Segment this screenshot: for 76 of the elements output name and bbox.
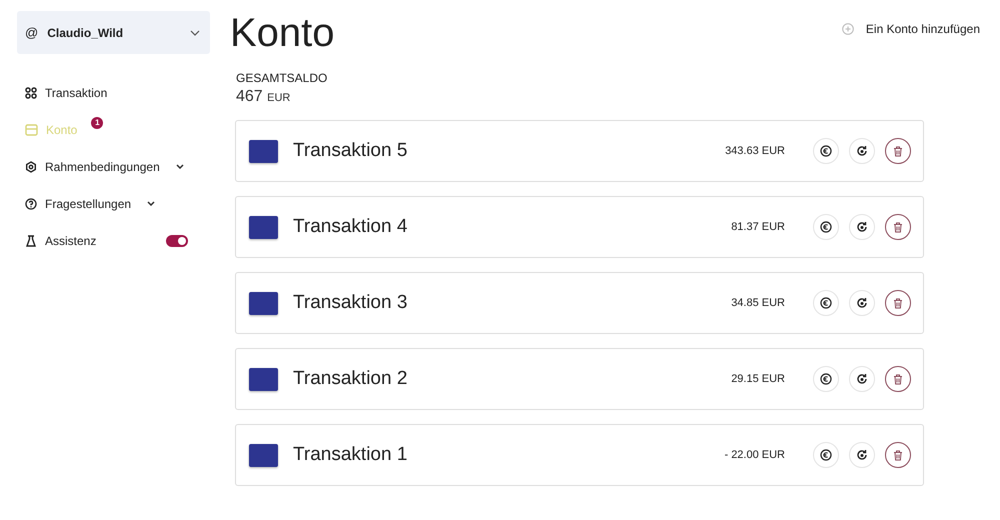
sidebar-label: Transaktion (45, 86, 108, 100)
delete-button[interactable] (885, 290, 911, 316)
toggle-switch[interactable] (166, 234, 188, 246)
euro-icon (820, 297, 832, 309)
sidebar-item[interactable]: Transaktion (25, 74, 210, 111)
euro-icon (820, 449, 832, 461)
euro-icon (820, 373, 832, 385)
help-icon (25, 198, 37, 210)
euro-icon (820, 145, 832, 157)
account-symbol: @ (25, 25, 38, 40)
euro-button[interactable] (813, 214, 839, 240)
grid-icon (25, 86, 37, 98)
trash-icon (893, 146, 903, 156)
account-name: Claudio_Wild (47, 26, 124, 40)
sidebar-item[interactable]: Konto 1 (25, 111, 210, 148)
sidebar-label: Fragestellungen (45, 196, 132, 210)
refresh-button[interactable] (849, 290, 875, 316)
transaction-card[interactable]: Transaktion 2 29.15 EUR (235, 348, 924, 410)
transaction-name: Transaktion 3 (293, 292, 408, 314)
sidebar-item[interactable]: Rahmenbedingungen (25, 148, 210, 185)
transaction-card[interactable]: Transaktion 4 81.37 EUR (235, 196, 924, 258)
transaction-amount: 81.37 EUR (731, 221, 785, 233)
euro-icon (820, 221, 832, 233)
transaction-name: Transaktion 1 (293, 444, 408, 466)
transaction-name: Transaktion 5 (293, 140, 408, 162)
total-label: GESAMTSALDO (236, 71, 328, 85)
delete-button[interactable] (885, 138, 911, 164)
thumbnail-icon (249, 292, 278, 314)
transaction-amount: 29.15 EUR (731, 373, 785, 385)
flask-icon (25, 234, 37, 246)
refresh-icon (856, 145, 868, 157)
account-selector[interactable]: @ Claudio_Wild (17, 11, 210, 54)
refresh-button[interactable] (849, 214, 875, 240)
thumbnail-icon (249, 368, 278, 390)
sidebar-label: Rahmenbedingungen (45, 160, 160, 174)
thumbnail-icon (249, 444, 278, 466)
refresh-button[interactable] (849, 138, 875, 164)
trash-icon (893, 222, 903, 232)
sidebar-label: Konto (46, 122, 78, 136)
delete-button[interactable] (885, 442, 911, 468)
page-title: Konto (230, 11, 335, 56)
transaction-amount: 34.85 EUR (731, 297, 785, 309)
trash-icon (893, 374, 903, 384)
transaction-amount: - 22.00 EUR (724, 449, 785, 461)
thumbnail-icon (249, 140, 278, 162)
transaction-card[interactable]: Transaktion 3 34.85 EUR (235, 272, 924, 334)
transaction-name: Transaktion 4 (293, 216, 408, 238)
refresh-button[interactable] (849, 366, 875, 392)
chevron-down-icon (190, 30, 200, 36)
euro-button[interactable] (813, 290, 839, 316)
card-icon (25, 124, 38, 136)
refresh-icon (856, 221, 868, 233)
gear-icon (25, 160, 37, 172)
euro-button[interactable] (813, 138, 839, 164)
plus-circle-icon (842, 23, 854, 35)
add-account-link[interactable]: Ein Konto hinzufügen (842, 22, 980, 36)
euro-button[interactable] (813, 442, 839, 468)
notification-badge: 1 (91, 116, 104, 128)
thumbnail-icon (249, 216, 278, 238)
euro-button[interactable] (813, 366, 839, 392)
refresh-button[interactable] (849, 442, 875, 468)
transaction-card[interactable]: Transaktion 5 343.63 EUR (235, 120, 924, 182)
delete-button[interactable] (885, 214, 911, 240)
transaction-amount: 343.63 EUR (725, 145, 785, 157)
sidebar-item[interactable]: Assistenz (25, 222, 210, 259)
transaction-name: Transaktion 2 (293, 368, 408, 390)
refresh-icon (856, 449, 868, 461)
transaction-card[interactable]: Transaktion 1 - 22.00 EUR (235, 424, 924, 486)
total-balance: 467 EUR (236, 88, 292, 106)
refresh-icon (856, 373, 868, 385)
sidebar-label: Assistenz (45, 234, 96, 248)
sidebar-item[interactable]: Fragestellungen (25, 185, 210, 222)
trash-icon (893, 450, 903, 460)
refresh-icon (856, 297, 868, 309)
delete-button[interactable] (885, 366, 911, 392)
trash-icon (893, 298, 903, 308)
